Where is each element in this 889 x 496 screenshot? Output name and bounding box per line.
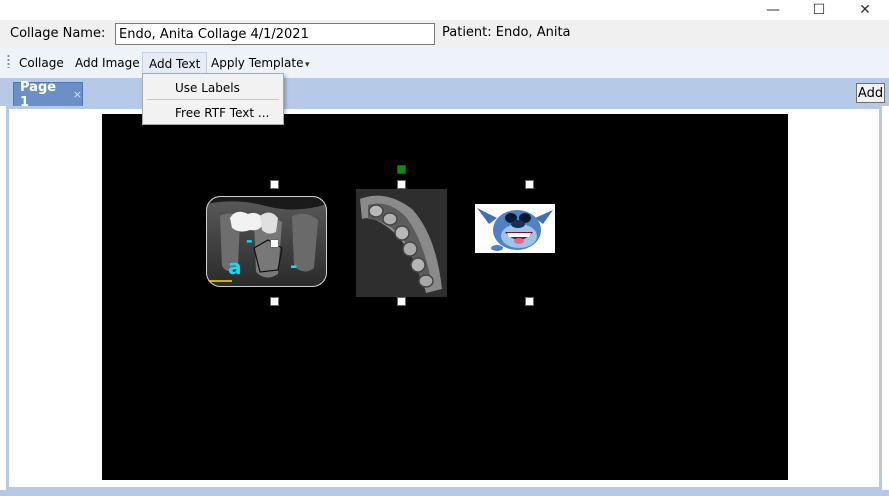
xray-label-a: a [228,255,242,279]
cartoon-image[interactable] [475,204,555,253]
tab-close-icon[interactable]: × [73,88,82,101]
title-bar: — ☐ ✕ [0,0,889,20]
close-button[interactable]: ✕ [843,0,887,20]
add-page-button[interactable]: Add [856,83,885,103]
add-text-button[interactable]: Add Text [142,52,208,74]
add-image-button[interactable]: Add Image [69,52,146,74]
xray-label-dash-1: - [290,256,297,277]
add-text-dropdown: Use Labels Free RTF Text ... [142,73,284,125]
xray-image-cbct-slice[interactable] [356,189,447,297]
apply-template-button[interactable]: Apply Template [205,52,309,74]
tab-strip: Page 1 × Add [0,78,889,110]
resize-handle-bottom-left[interactable] [270,297,279,306]
tab-label: Page 1 [20,79,57,110]
tab-page-1[interactable]: Page 1 × [13,80,83,110]
resize-handle-top-right[interactable] [525,180,534,189]
resize-handle-left[interactable] [270,239,279,248]
collage-name-input[interactable] [115,23,435,45]
maximize-icon: ☐ [812,2,826,18]
patient-label: Patient: Endo, Anita [442,25,571,40]
minimize-button[interactable]: — [751,0,795,20]
menu-item-use-labels[interactable]: Use Labels [143,76,283,99]
menu-separator [147,99,279,100]
collage-menu-button[interactable]: Collage [13,52,70,74]
collage-name-label: Collage Name: [10,26,106,41]
maximize-button[interactable]: ☐ [797,0,841,20]
resize-handle-bottom-right[interactable] [525,297,534,306]
resize-handle-bottom[interactable] [397,297,406,306]
toolbar-grip-icon[interactable] [7,54,10,68]
collage-canvas[interactable] [102,114,788,480]
close-icon: ✕ [859,2,871,18]
rotation-handle[interactable] [397,165,406,174]
resize-handle-top[interactable] [397,180,406,189]
toolbar: Collage Add Image Add Text Apply Templat… [0,48,889,78]
window-bottom-border [0,490,889,496]
resize-handle-top-left[interactable] [270,180,279,189]
minimize-icon: — [766,2,780,18]
xray-label-dash-2: - [246,231,253,250]
toolbar-overflow-icon[interactable]: ▾ [305,60,310,70]
xray-image-bitewing[interactable]: a - - [206,196,327,287]
menu-item-free-rtf-text[interactable]: Free RTF Text ... [143,101,283,124]
collage-name-row: Collage Name: Patient: Endo, Anita [0,20,889,48]
